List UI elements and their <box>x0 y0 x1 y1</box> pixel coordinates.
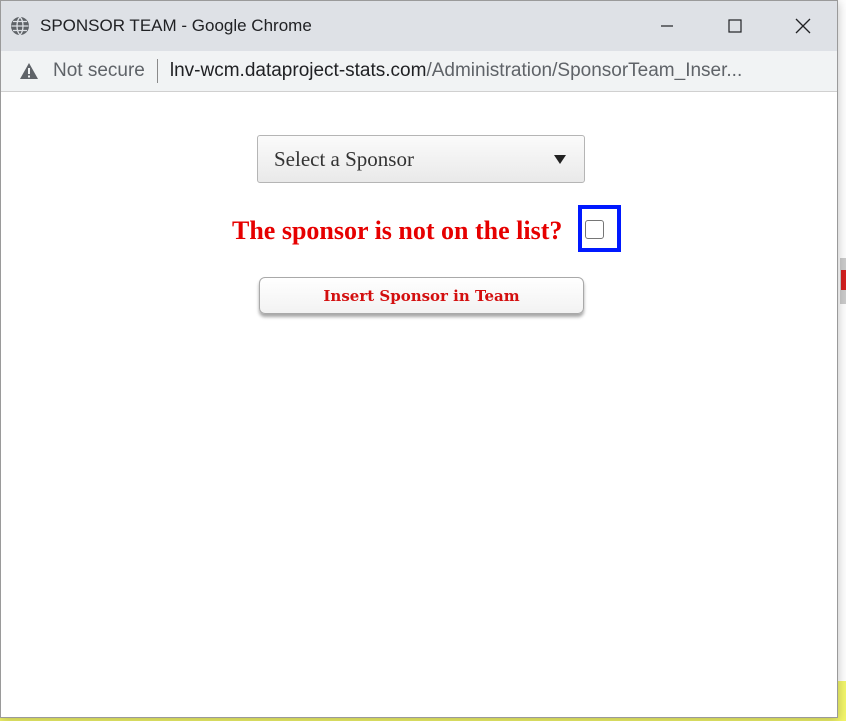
maximize-button[interactable] <box>701 1 769 51</box>
address-separator <box>156 59 158 83</box>
sponsor-select-value: Select a Sponsor <box>274 146 414 171</box>
sponsor-select[interactable]: Select a Sponsor <box>257 135 585 183</box>
url-text[interactable]: lnv-wcm.dataproject-stats.com/Administra… <box>170 60 742 82</box>
title-bar[interactable]: SPONSOR TEAM - Google Chrome <box>1 1 837 51</box>
close-icon <box>795 18 811 34</box>
window-title: SPONSOR TEAM - Google Chrome <box>40 16 312 35</box>
insert-sponsor-button[interactable]: Insert Sponsor in Team <box>259 277 584 314</box>
close-button[interactable] <box>769 1 837 51</box>
security-label[interactable]: Not secure <box>53 60 145 82</box>
background-red-marker <box>840 258 846 304</box>
dropdown-caret-icon <box>554 155 566 164</box>
warning-icon <box>20 63 38 79</box>
minimize-icon <box>661 25 673 27</box>
url-host: lnv-wcm.dataproject-stats.com <box>169 60 427 81</box>
window-controls <box>633 1 837 51</box>
globe-icon <box>11 16 29 36</box>
url-path: /Administration/SponsorTeam_Inser... <box>426 60 743 81</box>
minimize-button[interactable] <box>633 1 701 51</box>
page-content: Select a Sponsor The sponsor is not on t… <box>1 92 837 717</box>
popup-window: SPONSOR TEAM - Google Chrome Not secure … <box>0 0 838 718</box>
address-bar[interactable]: Not secure lnv-wcm.dataproject-stats.com… <box>1 51 837 92</box>
not-on-list-label: The sponsor is not on the list? <box>232 216 563 245</box>
not-on-list-checkbox[interactable] <box>585 220 604 239</box>
maximize-icon <box>728 19 742 33</box>
